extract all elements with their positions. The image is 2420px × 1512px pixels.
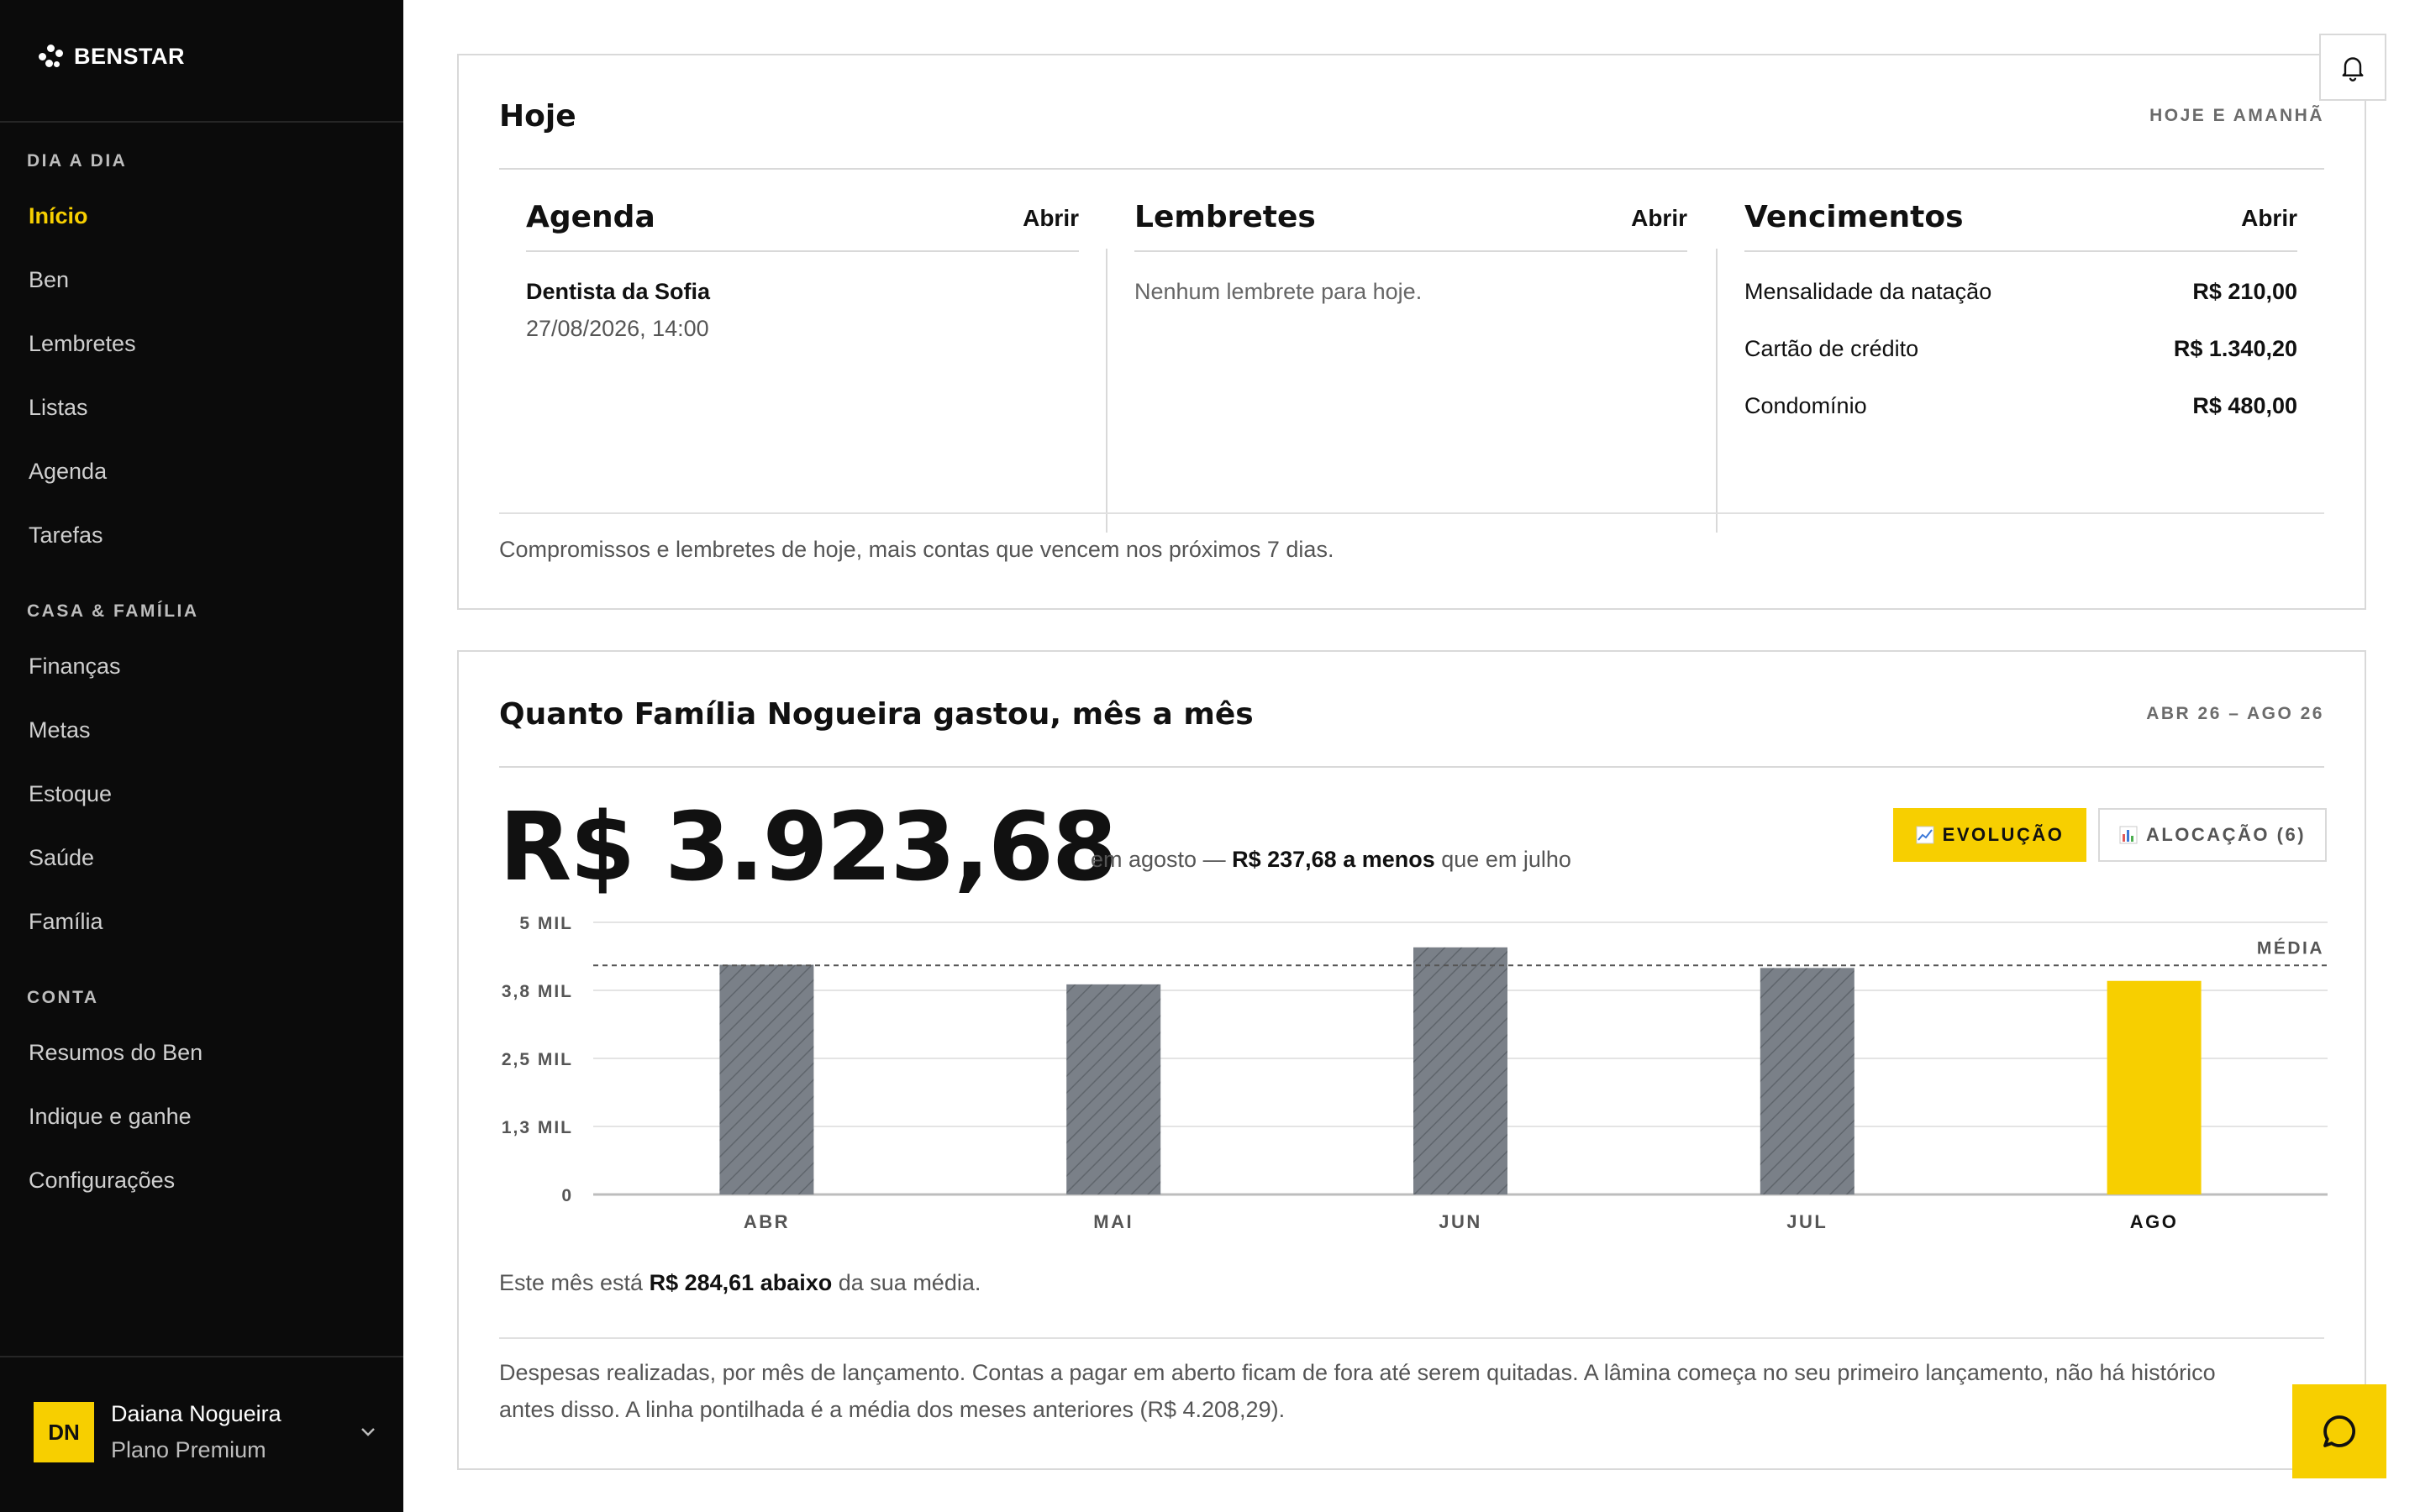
sidebar-item-resumos[interactable]: Resumos do Ben: [29, 1040, 203, 1066]
average-label: MÉDIA: [2257, 938, 2324, 958]
sidebar-item-estoque[interactable]: Estoque: [29, 781, 112, 807]
footer-line-2: antes disso. A linha pontilhada é a médi…: [499, 1397, 1286, 1422]
x-tick-label: JUN: [1439, 1211, 1482, 1232]
y-tick-label: 3,8 MIL: [502, 982, 573, 1001]
average-note: Este mês está R$ 284,61 abaixo da sua mé…: [499, 1270, 981, 1296]
due-amount: R$ 480,00: [2192, 393, 2297, 418]
x-tick-label: MAI: [1093, 1211, 1134, 1232]
y-tick-label: 0: [561, 1186, 573, 1205]
bell-icon: [2342, 57, 2364, 81]
brand-logo[interactable]: BENSTAR: [39, 44, 185, 70]
sidebar-item-familia[interactable]: Família: [29, 909, 103, 935]
x-tick-label: ABR: [744, 1211, 790, 1232]
sidebar-item-indique[interactable]: Indique e ganhe: [29, 1104, 192, 1130]
due-row[interactable]: Cartão de crédito R$ 1.340,20: [1744, 336, 2297, 362]
x-tick-label: AGO: [2130, 1211, 2179, 1232]
y-tick-label: 2,5 MIL: [502, 1050, 573, 1069]
bar-jul: [1760, 968, 1854, 1194]
sidebar-item-agenda[interactable]: Agenda: [29, 459, 107, 485]
reminders-column: Lembretes Abrir Nenhum lembrete para hoj…: [1134, 197, 1687, 482]
agenda-open-link[interactable]: Abrir: [1023, 205, 1079, 232]
x-tick-label: JUL: [1786, 1211, 1828, 1232]
sidebar-item-financas[interactable]: Finanças: [29, 654, 121, 680]
y-tick-label: 1,3 MIL: [502, 1118, 573, 1137]
dues-title: Vencimentos: [1744, 200, 1964, 234]
chat-button[interactable]: [2292, 1384, 2386, 1478]
sidebar-item-metas[interactable]: Metas: [29, 717, 91, 743]
note-delta: R$ 284,61 abaixo: [649, 1270, 833, 1295]
column-divider: [1106, 249, 1107, 533]
chat-bubble-icon: [2323, 1415, 2356, 1447]
user-name: Daiana Nogueira: [111, 1401, 281, 1426]
today-footer-text: Compromissos e lembretes de hoje, mais c…: [499, 537, 1334, 562]
section-label-casa-familia: CASA & FAMÍLIA: [27, 601, 199, 621]
due-amount: R$ 1.340,20: [2173, 336, 2297, 361]
due-row[interactable]: Condomínio R$ 480,00: [1744, 393, 2297, 419]
bar-mai: [1066, 984, 1161, 1194]
agenda-event-title[interactable]: Dentista da Sofia: [526, 279, 710, 305]
reminders-empty-text: Nenhum lembrete para hoje.: [1134, 279, 1423, 304]
card-divider: [499, 1337, 2324, 1339]
user-plan: Plano Premium: [111, 1437, 266, 1462]
today-card-header: Hoje HOJE E AMANHÃ: [499, 99, 2324, 170]
card-divider: [499, 512, 2324, 514]
spending-footer-text: Despesas realizadas, por mês de lançamen…: [499, 1354, 2216, 1428]
dues-open-link[interactable]: Abrir: [2241, 205, 2297, 232]
dues-column: Vencimentos Abrir Mensalidade da natação…: [1744, 197, 2297, 482]
chevron-down-icon: [361, 1428, 375, 1436]
due-row[interactable]: Mensalidade da natação R$ 210,00: [1744, 279, 2297, 305]
reminders-open-link[interactable]: Abrir: [1631, 205, 1687, 232]
column-divider: [1716, 249, 1718, 533]
section-label-conta: CONTA: [27, 988, 99, 1007]
due-amount: R$ 210,00: [2192, 279, 2297, 304]
spending-card: Quanto Família Nogueira gastou, mês a mê…: [457, 650, 2366, 1470]
bar-ago: [2107, 980, 2202, 1194]
agenda-title: Agenda: [526, 200, 655, 234]
sidebar: BENSTAR DIA A DIA Início Ben Lembretes L…: [0, 0, 403, 1512]
due-label: Cartão de crédito: [1744, 336, 1919, 361]
sidebar-item-inicio[interactable]: Início: [29, 203, 88, 229]
avatar: DN: [34, 1402, 94, 1462]
section-label-dia-a-dia: DIA A DIA: [27, 151, 128, 171]
sidebar-item-lembretes[interactable]: Lembretes: [29, 331, 136, 357]
reminders-title: Lembretes: [1134, 200, 1316, 234]
sidebar-divider-bottom: [0, 1356, 403, 1357]
footer-line-1: Despesas realizadas, por mês de lançamen…: [499, 1360, 2216, 1385]
sidebar-item-saude[interactable]: Saúde: [29, 845, 94, 871]
user-menu[interactable]: DN Daiana Nogueira Plano Premium: [34, 1401, 378, 1463]
spending-bar-chart: 0 1,3 MIL 2,5 MIL 3,8 MIL 5 MIL ABR MAI JUN JUL A…: [502, 914, 2328, 1232]
notifications-button[interactable]: [2319, 34, 2386, 101]
sidebar-divider: [0, 121, 403, 123]
sidebar-item-configuracoes[interactable]: Configurações: [29, 1168, 175, 1194]
sidebar-item-listas[interactable]: Listas: [29, 395, 88, 421]
today-title: Hoje: [499, 99, 576, 134]
bar-abr: [719, 964, 814, 1194]
due-label: Mensalidade da natação: [1744, 279, 1992, 304]
benstar-logo-icon: [39, 44, 64, 70]
sidebar-item-tarefas[interactable]: Tarefas: [29, 522, 103, 549]
agenda-event-time: 27/08/2026, 14:00: [526, 316, 709, 341]
y-tick-label: 5 MIL: [519, 914, 573, 933]
agenda-column: Agenda Abrir Dentista da Sofia 27/08/202…: [526, 197, 1079, 482]
brand-name: BENSTAR: [74, 44, 186, 69]
today-card: Hoje HOJE E AMANHÃ Agenda Abrir Dentista…: [457, 54, 2366, 610]
due-label: Condomínio: [1744, 393, 1867, 418]
note-prefix: Este mês está: [499, 1270, 644, 1295]
bar-jun: [1413, 947, 1507, 1194]
sidebar-item-ben[interactable]: Ben: [29, 267, 69, 293]
note-suffix: da sua média.: [838, 1270, 981, 1295]
today-tag: HOJE E AMANHÃ: [2149, 106, 2324, 125]
